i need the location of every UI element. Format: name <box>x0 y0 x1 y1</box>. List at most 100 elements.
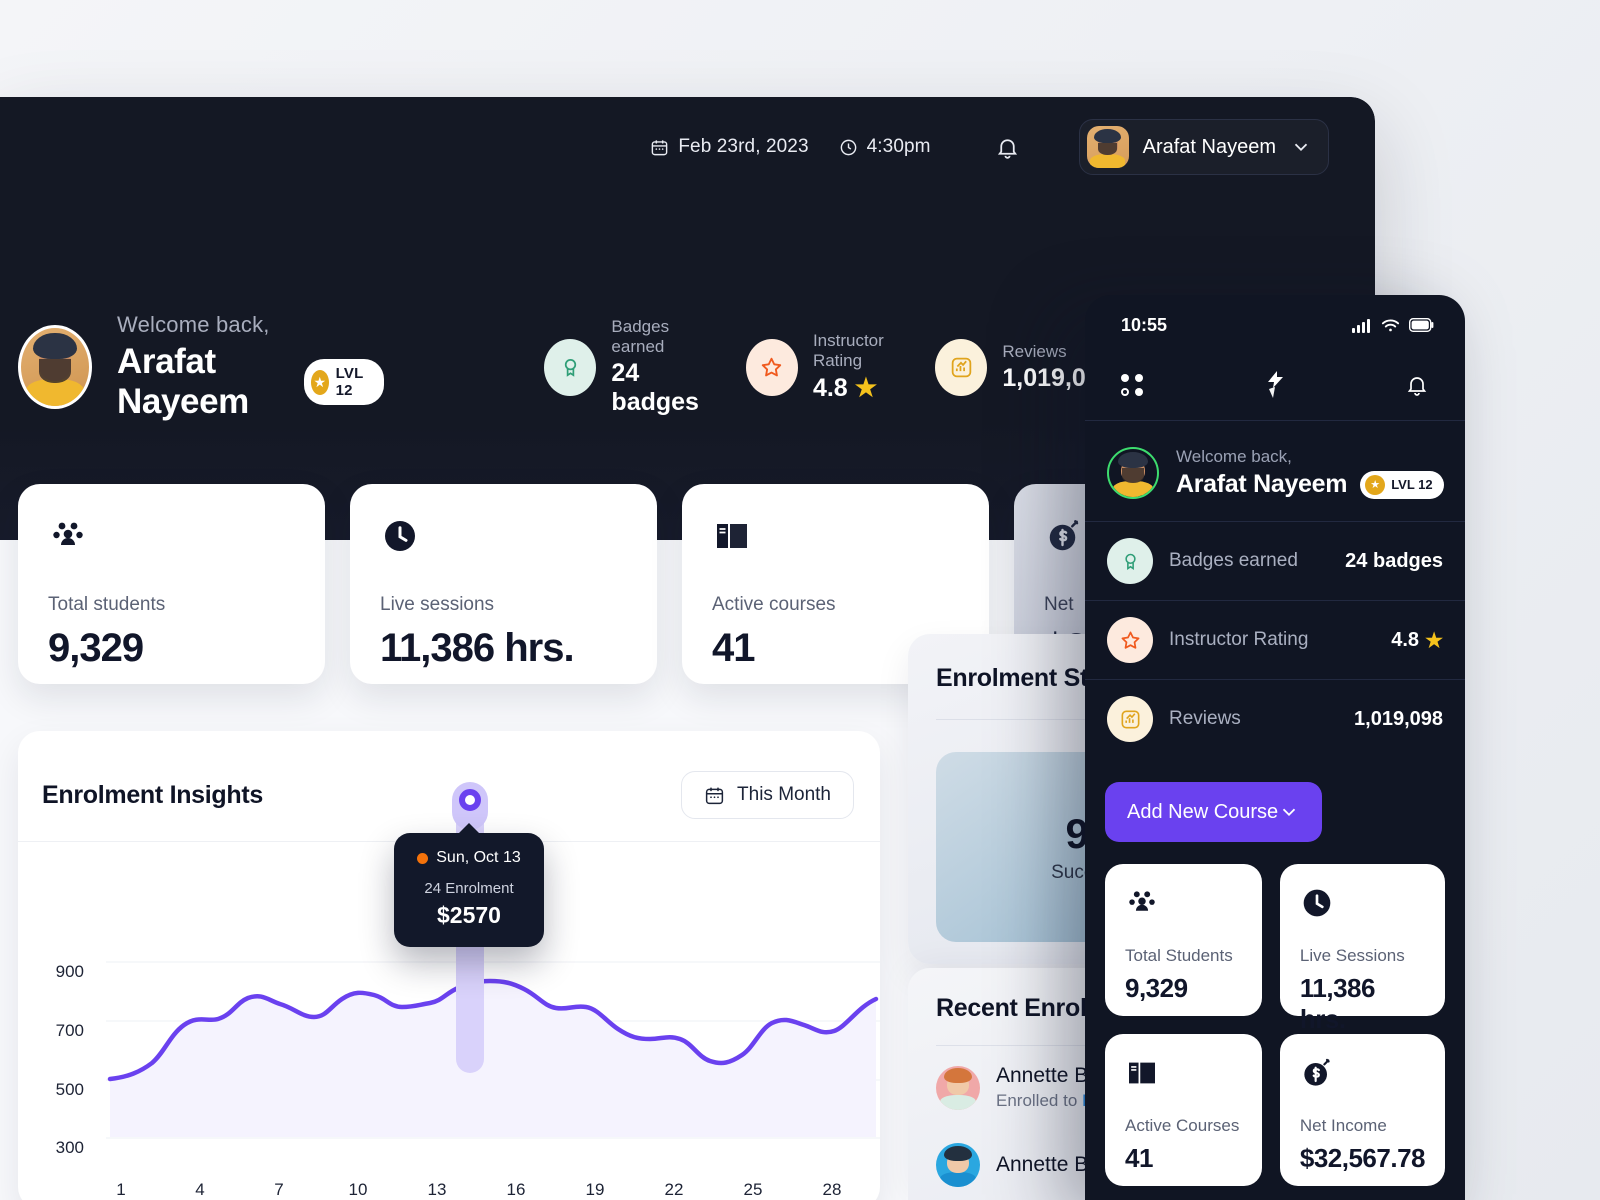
x-tick-1: 1 <box>116 1180 126 1199</box>
welcome-text: Welcome back, Arafat Nayeem ★ LVL 12 <box>117 312 385 422</box>
book-icon <box>1125 1056 1159 1090</box>
notifications-button[interactable] <box>987 126 1029 168</box>
grid-menu-icon[interactable] <box>1121 373 1145 396</box>
battery-icon <box>1409 318 1435 332</box>
mobile-nav-bar <box>1085 349 1465 421</box>
star-icon <box>745 338 798 396</box>
x-tick-22: 22 <box>664 1180 684 1199</box>
level-label: LVL 12 <box>335 365 364 399</box>
chart-hover-point[interactable] <box>459 789 481 811</box>
badge-icon <box>1107 538 1153 584</box>
screenshot-root: Feb 23rd, 2023 4:30pm Arafat Nayeem Welc… <box>0 0 1600 1200</box>
wifi-icon <box>1381 318 1400 333</box>
welcome-name: Arafat Nayeem <box>117 342 249 421</box>
x-tick-4: 4 <box>195 1180 205 1199</box>
people-icon <box>48 516 88 556</box>
money-bomb-icon <box>1300 1056 1334 1090</box>
user-name: Arafat Nayeem <box>1142 135 1276 158</box>
x-tick-25: 25 <box>743 1180 763 1199</box>
bell-icon[interactable] <box>1405 372 1429 398</box>
mobile-stat-label: Badges earned <box>1169 550 1298 571</box>
clock-icon <box>380 516 420 556</box>
mobile-kpi-value: 41 <box>1125 1143 1153 1173</box>
mobile-kpi-live-sessions[interactable]: Live Sessions 11,386 hrs. <box>1279 864 1445 1034</box>
chart-svg <box>106 961 880 1139</box>
money-bomb-icon <box>1044 516 1084 556</box>
chart-area-fill <box>110 981 876 1137</box>
status-time: 10:55 <box>1121 314 1168 335</box>
mobile-kpi-net-income[interactable]: Net Income $32,567.78 <box>1279 1034 1445 1186</box>
tooltip-dot-icon <box>417 852 429 864</box>
star-glyph: ★ <box>854 374 878 402</box>
calendar-icon <box>650 138 669 157</box>
kpi-label: Live sessions <box>380 594 495 615</box>
book-icon <box>712 516 752 556</box>
x-tick-28: 28 <box>822 1180 842 1199</box>
signal-icon <box>1352 318 1372 333</box>
star-icon: ★ <box>310 369 329 395</box>
bell-icon <box>995 134 1020 161</box>
mobile-stat-value: 1,019,098 <box>1354 707 1443 730</box>
enrolment-insights-card: Enrolment Insights This Month 900 700 50… <box>18 731 880 1200</box>
tooltip-amount: $2570 <box>437 902 501 928</box>
mobile-kpi-label: Net Income <box>1299 1116 1387 1135</box>
badge-icon <box>544 338 597 396</box>
date-text: Feb 23rd, 2023 <box>678 136 809 157</box>
kpi-label: Active courses <box>712 594 836 615</box>
mobile-kpi-value: 11,386 hrs. <box>1299 973 1376 1034</box>
kpi-value: 11,386 hrs. <box>380 626 575 670</box>
clock-icon <box>1300 886 1334 920</box>
x-tick-16: 16 <box>506 1180 526 1199</box>
avatar <box>1107 447 1159 499</box>
header-stat-value: 24 badges <box>611 359 699 416</box>
mobile-add-course-button[interactable]: Add New Course <box>1105 782 1323 842</box>
enrolment-sub-prefix: Enrolled to <box>996 1091 1082 1110</box>
x-tick-13: 13 <box>427 1180 447 1199</box>
header-stat-value: 4.8 ★ <box>813 373 888 403</box>
x-tick-10: 10 <box>348 1180 368 1199</box>
mobile-cta-label: Add New Course <box>1127 800 1279 823</box>
mobile-stat-badges[interactable]: Badges earned 24 badges <box>1085 521 1465 600</box>
level-badge: ★ LVL 12 <box>303 359 385 405</box>
mobile-stat-label: Reviews <box>1169 708 1241 729</box>
mobile-kpi-value: 9,329 <box>1125 973 1188 1003</box>
mobile-level-label: LVL 12 <box>1391 477 1433 492</box>
date-display: Feb 23rd, 2023 <box>650 136 809 158</box>
chevron-down-icon <box>1290 136 1312 158</box>
mobile-kpi-label: Active Courses <box>1125 1116 1240 1135</box>
logo-icon[interactable] <box>1266 371 1285 398</box>
mobile-kpi-active-courses[interactable]: Active Courses 41 <box>1105 1034 1262 1186</box>
mobile-welcome: Welcome back, Arafat Nayeem ★ LVL 12 <box>1085 421 1465 521</box>
chart-up-icon <box>1107 696 1153 742</box>
chevron-down-icon <box>1278 801 1300 823</box>
mobile-kpi-grid: Total Students 9,329 Live Sessions 11,38… <box>1085 842 1465 1186</box>
tooltip-enrolment: 24 Enrolment <box>424 880 514 897</box>
mobile-stat-label: Instructor Rating <box>1169 629 1309 650</box>
profile-avatar <box>18 325 92 409</box>
top-bar: Feb 23rd, 2023 4:30pm Arafat Nayeem <box>0 97 1375 197</box>
kpi-card-total-students[interactable]: Total students 9,329 <box>18 484 325 684</box>
mobile-stat-reviews[interactable]: Reviews 1,019,098 <box>1085 679 1465 758</box>
header-stat-rating: Instructor Rating 4.8 ★ <box>745 331 888 403</box>
x-tick-7: 7 <box>274 1180 284 1199</box>
time-text: 4:30pm <box>866 136 931 157</box>
header-stat-label: Instructor Rating <box>812 331 884 370</box>
kpi-card-live-sessions[interactable]: Live sessions 11,386 hrs. <box>350 484 657 684</box>
kpi-label: Total students <box>48 594 166 615</box>
mobile-stat-rating[interactable]: Instructor Rating 4.8 ★ <box>1085 600 1465 679</box>
mobile-kpi-total-students[interactable]: Total Students 9,329 <box>1105 864 1262 1016</box>
mobile-greeting: Welcome back, <box>1176 447 1292 466</box>
mobile-stat-value: 4.8 ★ <box>1391 628 1443 653</box>
mobile-stat-value: 24 badges <box>1345 549 1443 572</box>
clock-icon <box>839 138 858 157</box>
avatar <box>1086 126 1129 168</box>
avatar <box>936 1065 980 1110</box>
mobile-kpi-label: Total Students <box>1125 946 1233 965</box>
star-icon: ★ <box>1365 474 1386 495</box>
kpi-value: 9,329 <box>48 626 144 670</box>
user-menu[interactable]: Arafat Nayeem <box>1078 119 1329 175</box>
mobile-rating-number: 4.8 <box>1391 628 1420 651</box>
mobile-level-badge: ★ LVL 12 <box>1360 470 1444 499</box>
x-tick-19: 19 <box>585 1180 605 1199</box>
header-stat-label: Badges earned <box>611 317 670 356</box>
